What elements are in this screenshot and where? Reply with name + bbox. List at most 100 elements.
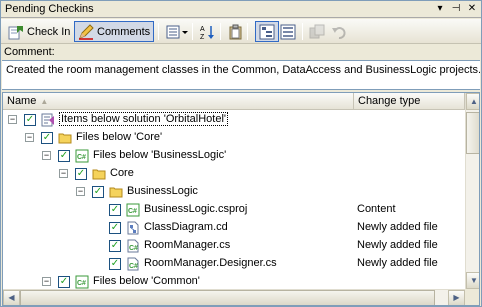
pending-changes-list: Name ▲ Change type − ✓ Items below solution… bbox=[2, 92, 480, 306]
sort-button[interactable]: A Z bbox=[196, 21, 220, 42]
tree-item-label: RoomManager.cs bbox=[144, 239, 231, 251]
change-type-cell: Content bbox=[357, 203, 396, 215]
tree-row[interactable]: ✓ C# RoomManager.cs Newly added file bbox=[3, 237, 465, 255]
flat-list-icon bbox=[280, 24, 296, 39]
sort-az-icon: A Z bbox=[200, 25, 214, 40]
close-icon[interactable]: ✕ bbox=[465, 2, 479, 16]
tree-row[interactable]: − ✓ Files below 'Core' bbox=[3, 129, 465, 147]
include-checkbox[interactable]: ✓ bbox=[75, 168, 87, 180]
tree-item-label: Files below 'Common' bbox=[93, 275, 200, 287]
tree-item-label: RoomManager.Designer.cs bbox=[144, 257, 277, 269]
tree-row[interactable]: − ✓ BusinessLogic bbox=[3, 183, 465, 201]
include-checkbox[interactable]: ✓ bbox=[41, 132, 53, 144]
tree-row[interactable]: − ✓ C# Files below 'BusinessLogic' bbox=[3, 147, 465, 165]
scroll-left-icon[interactable]: ◀ bbox=[3, 290, 20, 305]
horizontal-scrollbar[interactable]: ◀ ▶ bbox=[3, 289, 465, 305]
auto-hide-pin-icon[interactable]: ⊣ bbox=[449, 2, 463, 16]
check-in-label: Check In bbox=[27, 25, 71, 38]
tree-row[interactable]: ✓ ClassDiagram.cd Newly added file bbox=[3, 219, 465, 237]
vertical-scroll-thumb[interactable] bbox=[466, 112, 479, 154]
csharp-project-icon: C# bbox=[75, 149, 89, 163]
pending-checkins-window: Pending Checkins ▾ ⊣ ✕ Check In Comments bbox=[0, 0, 482, 307]
window-title: Pending Checkins bbox=[5, 3, 94, 15]
clipboard-icon bbox=[229, 24, 242, 39]
pencil-icon bbox=[79, 23, 94, 40]
scroll-down-icon[interactable]: ▼ bbox=[466, 272, 479, 289]
csharp-project-icon: C# bbox=[126, 203, 140, 217]
tree-row[interactable]: ✓ C# RoomManager.Designer.cs Newly added fi… bbox=[3, 255, 465, 273]
toolbar: Check In Comments A Z bbox=[1, 19, 481, 44]
csharp-file-icon: C# bbox=[126, 239, 140, 253]
chevron-down-icon bbox=[182, 30, 188, 34]
window-position-dropdown-icon[interactable]: ▾ bbox=[433, 2, 447, 16]
size-grip bbox=[465, 289, 479, 305]
collapse-icon[interactable]: − bbox=[8, 115, 17, 124]
collapse-icon[interactable]: − bbox=[76, 187, 85, 196]
comments-label: Comments bbox=[97, 25, 151, 38]
tree-row[interactable]: ✓ C# BusinessLogic.csproj Content bbox=[3, 201, 465, 219]
change-type-cell: Newly added file bbox=[357, 221, 438, 233]
toolbar-separator bbox=[220, 23, 221, 40]
filter-dropdown-button[interactable] bbox=[179, 21, 191, 42]
tree-row[interactable]: − ✓ Core bbox=[3, 165, 465, 183]
svg-text:Z: Z bbox=[200, 34, 205, 40]
include-checkbox[interactable]: ✓ bbox=[109, 240, 121, 252]
svg-text:C#: C# bbox=[129, 263, 138, 270]
include-checkbox[interactable]: ✓ bbox=[58, 150, 70, 162]
change-type-column-label: Change type bbox=[358, 95, 421, 107]
svg-text:C#: C# bbox=[129, 245, 138, 252]
include-checkbox[interactable]: ✓ bbox=[109, 258, 121, 270]
folder-icon bbox=[92, 167, 106, 181]
check-in-icon bbox=[8, 25, 23, 39]
change-type-cell: Newly added file bbox=[357, 239, 438, 251]
svg-text:C#: C# bbox=[128, 208, 137, 215]
tree-item-label: Core bbox=[110, 167, 134, 179]
collapse-icon[interactable]: − bbox=[59, 169, 68, 178]
tree-row[interactable]: − ✓ Items below solution 'OrbitalHotel' bbox=[3, 111, 465, 129]
horizontal-scroll-thumb[interactable] bbox=[20, 290, 435, 305]
tree-item-label: Files below 'BusinessLogic' bbox=[93, 149, 227, 161]
tree-item-label: Files below 'Core' bbox=[76, 131, 163, 143]
check-in-button[interactable]: Check In bbox=[5, 21, 73, 42]
include-checkbox[interactable]: ✓ bbox=[109, 204, 121, 216]
svg-text:C#: C# bbox=[77, 154, 86, 161]
name-column-header[interactable]: Name ▲ bbox=[3, 93, 354, 110]
include-checkbox[interactable]: ✓ bbox=[58, 276, 70, 288]
scroll-right-icon[interactable]: ▶ bbox=[448, 290, 465, 305]
vertical-scrollbar[interactable]: ▲ ▼ bbox=[465, 93, 479, 289]
change-type-column-header[interactable]: Change type bbox=[354, 93, 465, 110]
sort-ascending-icon: ▲ bbox=[40, 97, 49, 106]
change-type-cell: Newly added file bbox=[357, 257, 438, 269]
include-checkbox[interactable]: ✓ bbox=[24, 114, 36, 126]
scroll-up-icon[interactable]: ▲ bbox=[466, 93, 479, 110]
tree-item-label: BusinessLogic bbox=[127, 185, 198, 197]
folder-icon bbox=[109, 185, 123, 199]
shelve-icon bbox=[309, 24, 325, 38]
name-column-label: Name bbox=[7, 95, 37, 107]
svg-text:A: A bbox=[200, 26, 205, 33]
undo-button[interactable] bbox=[328, 21, 350, 42]
comments-button[interactable]: Comments bbox=[74, 21, 155, 42]
folder-icon bbox=[58, 131, 72, 145]
title-bar: Pending Checkins ▾ ⊣ ✕ bbox=[1, 1, 481, 18]
collapse-icon[interactable]: − bbox=[42, 151, 51, 160]
include-checkbox[interactable]: ✓ bbox=[109, 222, 121, 234]
tree-view-icon bbox=[259, 24, 275, 39]
comment-textbox[interactable]: Created the room management classes in t… bbox=[2, 60, 480, 90]
toolbar-separator bbox=[192, 23, 193, 40]
tree-item-label: Items below solution 'OrbitalHotel' bbox=[59, 112, 228, 126]
flat-view-button[interactable] bbox=[277, 21, 299, 42]
tree-view-button[interactable] bbox=[255, 21, 279, 42]
shelve-button[interactable] bbox=[306, 21, 328, 42]
solution-icon bbox=[41, 113, 55, 127]
comment-label: Comment: bbox=[4, 46, 55, 58]
svg-text:C#: C# bbox=[77, 280, 86, 287]
collapse-icon[interactable]: − bbox=[42, 277, 51, 286]
copy-button[interactable] bbox=[225, 21, 247, 42]
include-checkbox[interactable]: ✓ bbox=[92, 186, 104, 198]
toolbar-separator bbox=[302, 23, 303, 40]
toolbar-separator bbox=[247, 23, 248, 40]
csharp-project-icon: C# bbox=[75, 275, 89, 289]
collapse-icon[interactable]: − bbox=[25, 133, 34, 142]
undo-icon bbox=[332, 26, 346, 39]
